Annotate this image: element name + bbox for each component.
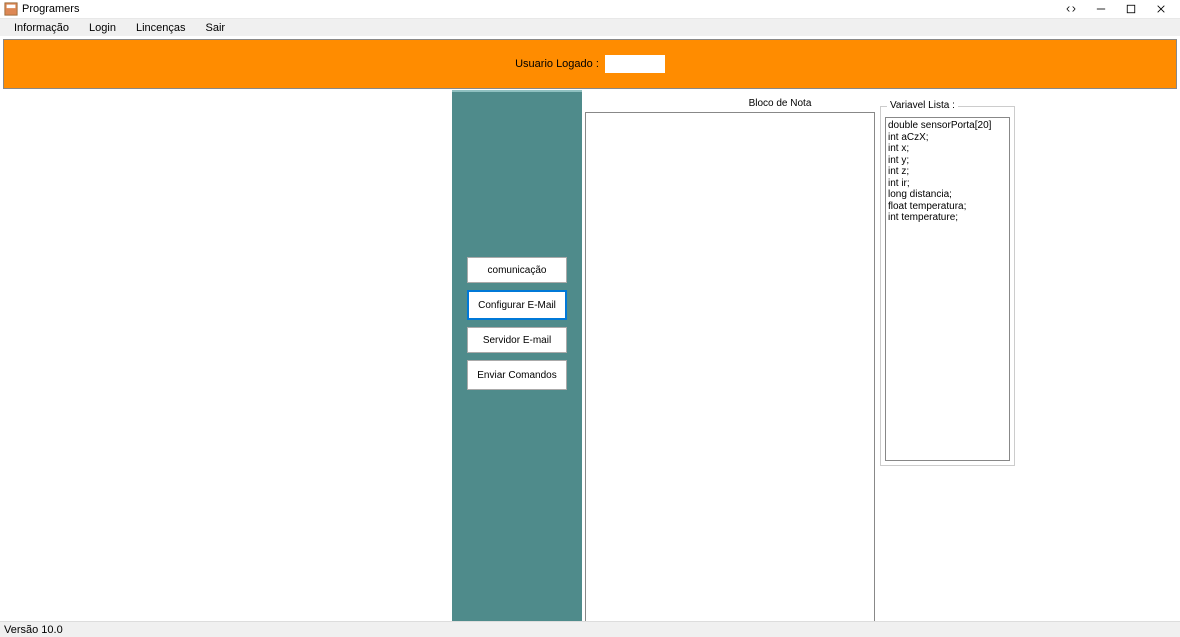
menu-login[interactable]: Login (79, 20, 126, 36)
version-label: Versão 10.0 (4, 624, 63, 636)
variable-list-box[interactable]: double sensorPorta[20] int aCzX; int x; … (885, 117, 1010, 461)
menu-informacao[interactable]: Informação (4, 20, 79, 36)
close-button[interactable] (1146, 1, 1176, 17)
maximize-button[interactable] (1116, 1, 1146, 17)
statusbar: Versão 10.0 (0, 621, 1180, 637)
menubar: Informação Login Lincenças Sair (0, 18, 1180, 36)
variable-list-group: Variavel Lista : double sensorPorta[20] … (880, 106, 1015, 466)
user-logged-label: Usuario Logado : (515, 58, 599, 70)
minimize-button[interactable] (1086, 1, 1116, 17)
header-bar: Usuario Logado : (3, 39, 1177, 89)
content-area: Usuario Logado : comunicação Configurar … (0, 36, 1180, 621)
variable-list-title: Variavel Lista : (887, 100, 958, 111)
notepad-textarea[interactable] (585, 112, 875, 621)
window-controls (1056, 1, 1176, 17)
titlebar: Programers (0, 0, 1180, 18)
app-title: Programers (22, 3, 79, 15)
app-icon (4, 2, 18, 16)
menu-lincencas[interactable]: Lincenças (126, 20, 196, 36)
menu-sair[interactable]: Sair (196, 20, 236, 36)
enviar-comandos-button[interactable]: Enviar Comandos (467, 360, 567, 390)
user-logged-value[interactable] (605, 55, 665, 73)
side-panel: comunicação Configurar E-Mail Servidor E… (452, 90, 582, 621)
servidor-email-button[interactable]: Servidor E-mail (467, 327, 567, 353)
comunicacao-button[interactable]: comunicação (467, 257, 567, 283)
restore-down-icon[interactable] (1056, 1, 1086, 17)
configurar-email-button[interactable]: Configurar E-Mail (467, 290, 567, 320)
titlebar-left: Programers (4, 2, 79, 16)
